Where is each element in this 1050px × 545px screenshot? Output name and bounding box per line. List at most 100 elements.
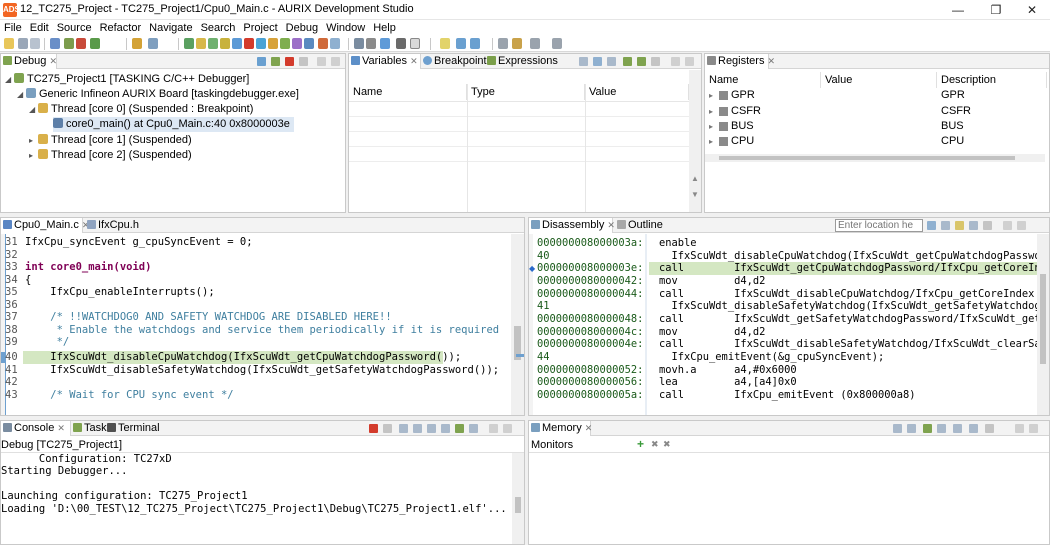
remove-launch-icon[interactable]: [383, 424, 392, 433]
minimize-icon[interactable]: [1003, 221, 1012, 230]
tree-thread-core0[interactable]: ◢ Thread [core 0] (Suspended : Breakpoint…: [29, 102, 253, 117]
run-icon[interactable]: [623, 57, 632, 66]
refresh-icon[interactable]: [927, 221, 936, 230]
column-header-description[interactable]: Description: [937, 72, 1047, 88]
restart-icon[interactable]: [208, 38, 218, 49]
minimize-icon[interactable]: [671, 57, 680, 66]
maximize-button[interactable]: ❐: [978, 1, 1014, 19]
dis-instruction[interactable]: call IfxScuWdt_getCpuWatchdogPassword/If…: [659, 262, 1047, 275]
dis-instruction[interactable]: IfxScuWdt_disableSafetyWatchdog(IfxScuWd…: [659, 300, 1047, 313]
search-icon[interactable]: [380, 38, 390, 49]
maximize-icon[interactable]: [1029, 424, 1038, 433]
chevron-right-icon[interactable]: ▸: [709, 104, 713, 119]
reset-icon[interactable]: [330, 38, 340, 49]
instruction-step-icon[interactable]: [280, 38, 290, 49]
code-line[interactable]: 34{: [5, 274, 31, 287]
minimize-button[interactable]: —: [940, 1, 976, 19]
close-icon[interactable]: ✕: [410, 56, 418, 66]
step-into-icon[interactable]: [232, 38, 242, 49]
minimize-icon[interactable]: [489, 424, 498, 433]
vertical-scrollbar[interactable]: [511, 234, 524, 415]
code-line[interactable]: 32: [5, 249, 25, 262]
register-row-gpr[interactable]: ▸ GPR GPR: [705, 88, 1045, 103]
task-icon[interactable]: [366, 38, 376, 49]
menu-edit[interactable]: Edit: [26, 20, 53, 36]
close-icon[interactable]: ✕: [49, 56, 57, 66]
home-icon[interactable]: [969, 221, 978, 230]
drop-frame-icon[interactable]: [292, 38, 302, 49]
collapse-icon[interactable]: [593, 57, 602, 66]
dis-instruction[interactable]: call IfxScuWdt_getSafetyWatchdogPassword…: [659, 313, 1047, 326]
dis-address[interactable]: 0000000080000048:: [537, 313, 643, 326]
code-line[interactable]: 38 * Enable the watchdogs and service th…: [5, 324, 499, 337]
console-icon[interactable]: [410, 38, 420, 49]
tree-launch[interactable]: ◢ TC275_Project1 [TASKING C/C++ Debugger]: [5, 72, 249, 87]
dis-address[interactable]: 000000008000004c:: [537, 326, 643, 339]
maximize-icon[interactable]: [685, 57, 694, 66]
sync-icon[interactable]: [955, 221, 964, 230]
resume-icon[interactable]: [271, 57, 280, 66]
dis-address[interactable]: 41: [537, 300, 550, 313]
dis-instruction[interactable]: lea a4,[a4]0x0: [659, 376, 797, 389]
tab-terminal[interactable]: Terminal: [105, 421, 163, 436]
minimize-icon[interactable]: [317, 57, 326, 66]
chevron-right-icon[interactable]: ▸: [709, 88, 713, 103]
resume-icon[interactable]: [184, 38, 194, 49]
chevron-down-icon[interactable]: ◢: [29, 102, 38, 117]
toggle-split-icon[interactable]: [893, 424, 902, 433]
vertical-scrollbar[interactable]: [512, 453, 524, 544]
location-input[interactable]: [835, 219, 923, 232]
code-line-current[interactable]: 40 IfxScuWdt_disableCpuWatchdog(IfxScuWd…: [5, 351, 461, 364]
menu-project[interactable]: Project: [239, 20, 281, 36]
last-edit-icon[interactable]: [512, 38, 522, 49]
view-menu-icon[interactable]: [651, 57, 660, 66]
vertical-scrollbar[interactable]: [1037, 234, 1049, 415]
code-line[interactable]: 33 int core0_main(void): [5, 261, 151, 274]
code-line[interactable]: 43 /* Wait for CPU sync event */: [5, 389, 234, 402]
open-console-icon[interactable]: [469, 424, 478, 433]
run-icon[interactable]: [90, 38, 100, 49]
dis-address[interactable]: 0000000080000056:: [537, 376, 643, 389]
link-icon[interactable]: [937, 424, 946, 433]
annotation-next-icon[interactable]: [456, 38, 466, 49]
import-icon[interactable]: [969, 424, 978, 433]
tab-cpu0-main[interactable]: Cpu0_Main.c ✕: [1, 218, 89, 233]
toggle-monitors-icon[interactable]: [907, 424, 916, 433]
scroll-up-icon[interactable]: ▲: [691, 174, 699, 183]
chevron-down-icon[interactable]: ◢: [5, 72, 14, 87]
new-icon[interactable]: [4, 38, 14, 49]
back-icon[interactable]: [498, 38, 508, 49]
settings-icon[interactable]: [396, 38, 406, 49]
tab-variables[interactable]: Variables ✕: [349, 54, 421, 69]
chevron-down-icon[interactable]: ◢: [17, 87, 26, 102]
tab-disassembly[interactable]: Disassembly ✕: [529, 218, 615, 233]
highlight-icon[interactable]: [440, 38, 450, 49]
tab-registers[interactable]: Registers ✕: [705, 54, 775, 69]
tree-stack-frame[interactable]: core0_main() at Cpu0_Main.c:40 0x8000003…: [53, 117, 294, 132]
column-header-type[interactable]: Type: [467, 84, 585, 100]
terminate-icon[interactable]: [369, 424, 378, 433]
save-icon[interactable]: [18, 38, 28, 49]
show-type-icon[interactable]: [579, 57, 588, 66]
view-menu-icon[interactable]: [983, 221, 992, 230]
dis-address[interactable]: 44: [537, 351, 550, 364]
tree-thread-core2[interactable]: ▸ Thread [core 2] (Suspended): [29, 148, 192, 163]
dis-instruction[interactable]: call IfxScuWdt_disableCpuWatchdog/IfxCpu…: [659, 288, 1047, 301]
close-icon[interactable]: ✕: [57, 423, 65, 433]
menu-file[interactable]: File: [0, 20, 26, 36]
collapse-icon[interactable]: [257, 57, 266, 66]
link-icon[interactable]: [941, 221, 950, 230]
dis-address[interactable]: 0000000080000042:: [537, 275, 643, 288]
forward-icon[interactable]: [530, 38, 540, 49]
code-line[interactable]: 35 IfxCpu_enableInterrupts();: [5, 286, 215, 299]
register-row-csfr[interactable]: ▸ CSFR CSFR: [705, 104, 1045, 119]
menu-window[interactable]: Window: [322, 20, 369, 36]
dis-address[interactable]: 000000008000003e:: [537, 262, 643, 275]
dis-instruction[interactable]: IfxCpu_emitEvent(&g_cpuSyncEvent);: [659, 351, 885, 364]
step-over-icon[interactable]: [256, 38, 266, 49]
close-icon[interactable]: ✕: [607, 220, 615, 230]
remove-all-icon[interactable]: ✖: [663, 439, 671, 450]
close-icon[interactable]: ✕: [768, 56, 776, 66]
view-menu-icon[interactable]: [299, 57, 308, 66]
display-console-icon[interactable]: [455, 424, 464, 433]
